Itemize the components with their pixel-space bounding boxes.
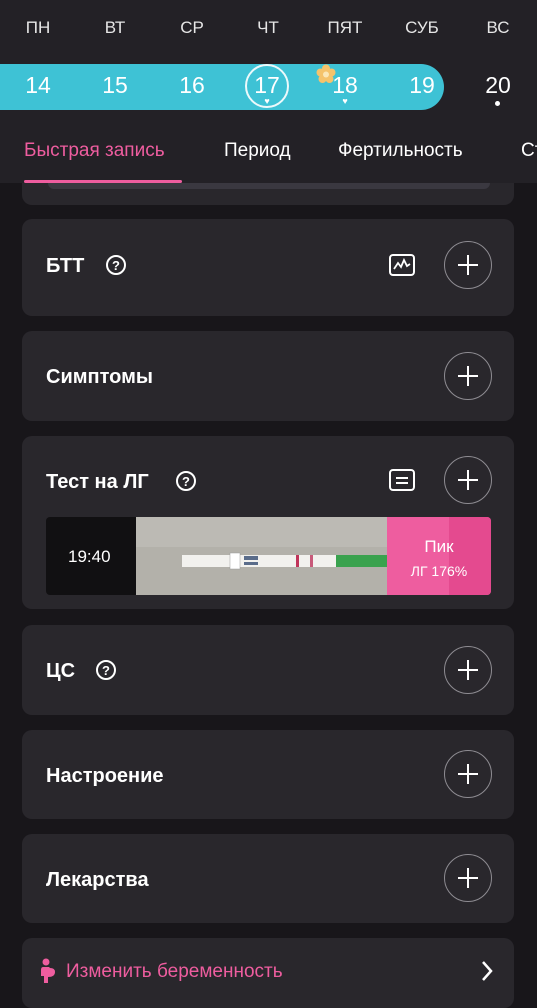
add-meds-button[interactable] — [444, 854, 492, 902]
fertile-window-band — [0, 64, 444, 110]
day-18[interactable]: 18 — [320, 72, 370, 99]
add-cs-button[interactable] — [444, 646, 492, 694]
weekday-thu: ЧТ — [257, 18, 279, 37]
weekday-sat: СУБ — [405, 18, 439, 37]
pregnancy-icon — [41, 958, 55, 983]
lh-peak-badge: Пик ЛГ 176% — [387, 517, 491, 595]
day-14[interactable]: 14 — [13, 72, 63, 99]
weekday-mon: ПН — [25, 18, 51, 37]
entry-dot — [495, 101, 500, 106]
chevron-right-icon — [482, 961, 493, 981]
symptoms-card: Симптомы — [22, 331, 514, 421]
btt-card: БТТ ? — [22, 219, 514, 316]
lh-test-time: 19:40 — [68, 547, 111, 566]
day-20[interactable]: 20 — [473, 72, 523, 99]
cs-card: ЦС ? — [22, 625, 514, 715]
lh-test-strip-photo — [136, 517, 387, 595]
intercourse-heart-icon: ♥ — [342, 96, 348, 106]
day-19[interactable]: 19 — [397, 72, 447, 99]
intercourse-heart-icon: ♥ — [264, 96, 270, 106]
weekday-wed: СР — [180, 18, 204, 37]
weekday-fri: ПЯТ — [327, 18, 363, 37]
cs-title: ЦС — [46, 660, 76, 682]
help-icon[interactable]: ? — [106, 255, 126, 275]
list-icon[interactable] — [389, 469, 415, 491]
btt-title: БТТ — [46, 255, 85, 277]
meds-card: Лекарства — [22, 834, 514, 923]
edit-pregnancy-label: Изменить беременность — [66, 961, 283, 982]
meds-title: Лекарства — [46, 869, 149, 891]
lh-test-entry[interactable]: 19:40 Пик ЛГ 176% — [46, 517, 491, 595]
lh-badge-title: Пик — [424, 537, 454, 556]
lh-badge-value: ЛГ 176% — [410, 563, 468, 579]
day-15[interactable]: 15 — [90, 72, 140, 99]
symptoms-title: Симптомы — [46, 366, 153, 388]
chart-icon[interactable] — [389, 254, 415, 276]
help-icon[interactable]: ? — [96, 660, 116, 680]
tab-period[interactable]: Период — [224, 140, 291, 162]
help-icon[interactable]: ? — [176, 471, 196, 491]
tab-quick-entry[interactable]: Быстрая запись — [24, 140, 165, 162]
mood-card: Настроение — [22, 730, 514, 819]
lh-test-card: Тест на ЛГ ? 19:40 Пик ЛГ 176% — [22, 436, 514, 609]
day-16[interactable]: 16 — [167, 72, 217, 99]
add-symptom-button[interactable] — [444, 352, 492, 400]
previous-card-bar — [48, 183, 490, 189]
add-mood-button[interactable] — [444, 750, 492, 798]
tab-more[interactable]: Ст — [521, 140, 537, 162]
lh-test-title: Тест на ЛГ — [46, 471, 149, 493]
section-tabs: Быстрая запись Период Фертильность Ст — [0, 140, 537, 170]
weekday-sun: ВС — [486, 18, 510, 37]
add-lh-test-button[interactable] — [444, 456, 492, 504]
mood-title: Настроение — [46, 765, 164, 787]
edit-pregnancy-row[interactable]: Изменить беременность — [22, 938, 514, 1008]
weekday-row: ПН ВТ СР ЧТ ПЯТ СУБ ВС — [0, 18, 537, 42]
add-btt-button[interactable] — [444, 241, 492, 289]
tab-fertility[interactable]: Фертильность — [338, 140, 463, 162]
day-17[interactable]: 17 — [242, 72, 292, 99]
weekday-tue: ВТ — [104, 18, 126, 37]
